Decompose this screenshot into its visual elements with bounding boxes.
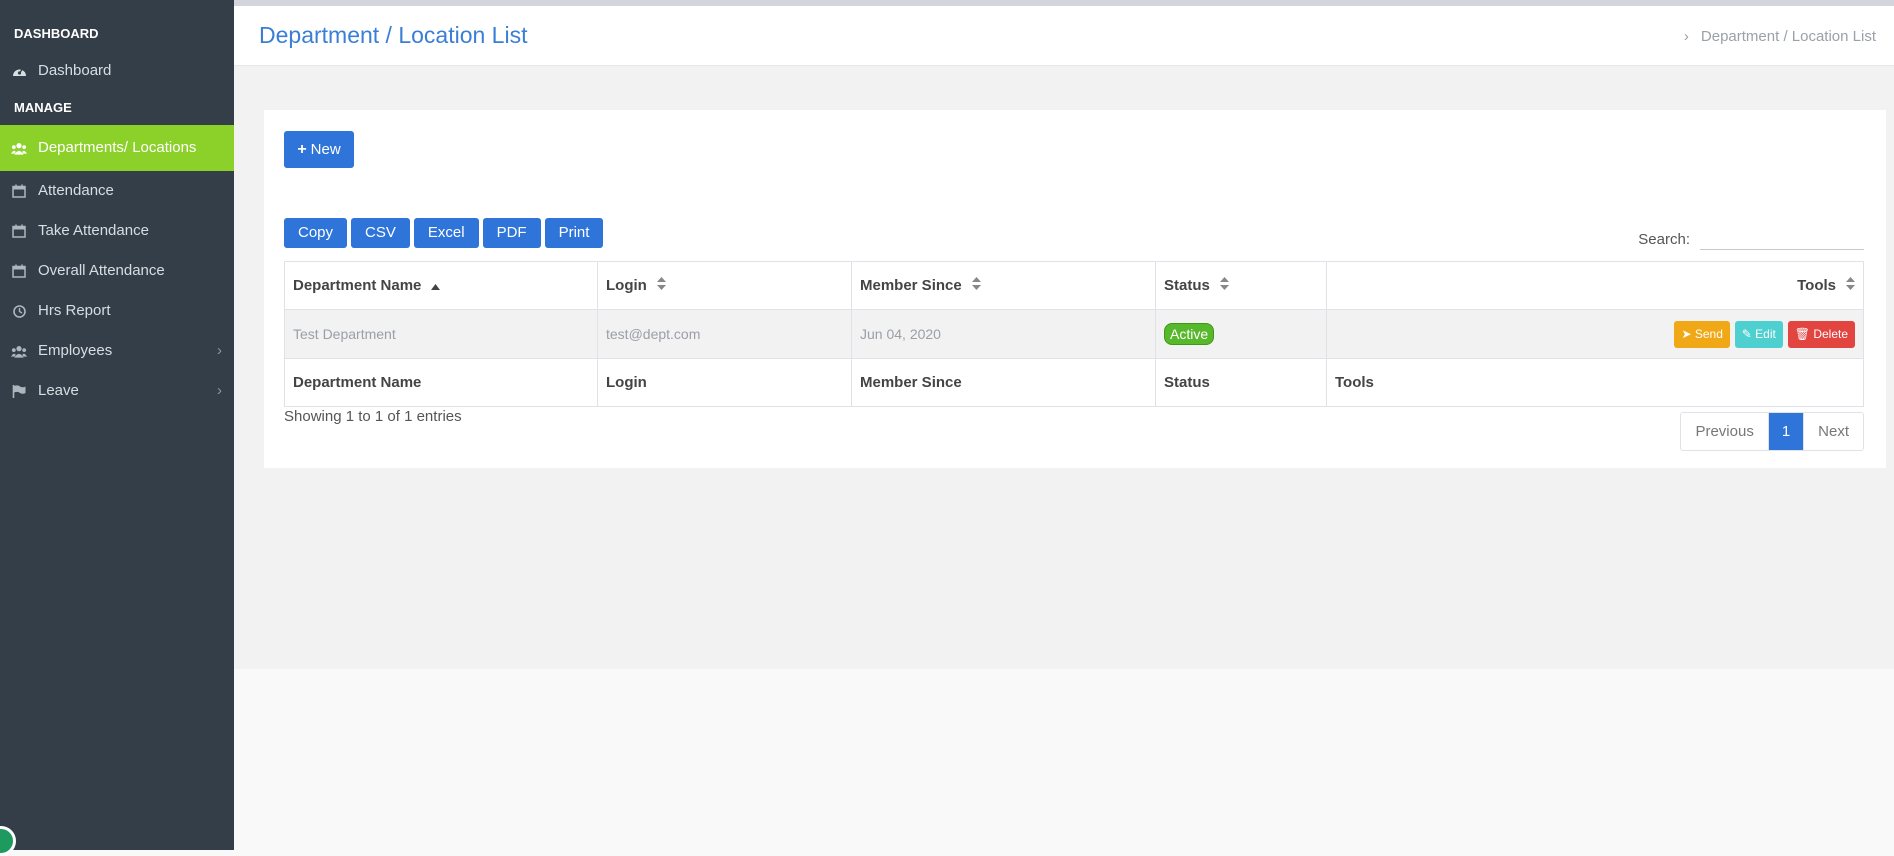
footer-status: Status [1155,358,1327,407]
sidebar-item-label: Dashboard [38,62,112,79]
cell-member-since: Jun 04, 2020 [851,309,1156,359]
csv-button[interactable]: CSV [351,218,410,248]
sidebar-item-label: Employees [38,342,113,359]
sidebar-item-hrs-report[interactable]: Hrs Report [0,291,234,331]
search-label: Search: [1638,231,1690,248]
plus-icon: + [297,140,307,158]
cell-login: test@dept.com [597,309,852,359]
pagination: Previous 1 Next [1680,412,1864,451]
table-header-row: Department Name Login Member Since Statu… [284,261,1864,310]
delete-button[interactable]: 🗑 Delete [1787,320,1855,348]
sidebar-item-label: Hrs Report [38,302,111,319]
page-title: Department / Location List [259,22,528,48]
sidebar-item-employees[interactable]: Employees › [0,331,234,371]
search-container: Search: [1638,229,1864,250]
breadcrumb-current: Department / Location List [1700,28,1876,45]
column-header-login[interactable]: Login [597,261,852,310]
edit-icon: ✎ [1741,326,1756,341]
calendar-icon [11,264,27,278]
sidebar-item-label: Overall Attendance [38,262,165,279]
status-badge: Active [1164,323,1215,345]
footer-tools: Tools [1326,358,1864,407]
sidebar-item-label: Take Attendance [38,222,149,239]
users-icon [11,344,27,358]
column-header-tools[interactable]: Tools [1326,261,1864,310]
footer-department-name: Department Name [284,358,598,407]
sort-icon [1846,277,1855,294]
clock-icon [11,304,27,318]
sidebar-item-label: Departments/ Locations [38,139,197,156]
excel-button[interactable]: Excel [413,218,479,248]
app-logo-icon [0,826,16,856]
sidebar-item-label: Attendance [38,182,114,199]
sort-icon [971,277,981,294]
column-header-department-name[interactable]: Department Name [284,261,598,310]
chevron-right-icon: › [217,382,222,399]
next-page-button[interactable]: Next [1803,413,1863,450]
sidebar-item-departments[interactable]: Departments/ Locations [0,125,234,171]
calendar-icon [11,184,27,198]
sidebar-header-manage: MANAGE [14,100,72,115]
main-content: Department / Location List › Department /… [234,0,1894,850]
edit-button[interactable]: ✎ Edit [1734,320,1783,348]
department-table: Department Name Login Member Since Statu… [284,261,1864,407]
paper-plane-icon: ➤ [1681,326,1695,341]
sidebar: DASHBOARD Dashboard MANAGE Departments/ … [0,0,234,856]
send-button[interactable]: ➤ Send [1674,320,1730,348]
previous-page-button[interactable]: Previous [1681,413,1768,450]
sidebar-item-leave[interactable]: Leave › [0,371,234,411]
calendar-icon [11,224,27,238]
column-header-member-since[interactable]: Member Since [851,261,1156,310]
dashboard-icon [11,64,27,78]
new-button[interactable]: + New [284,131,354,168]
copy-button[interactable]: Copy [284,218,348,248]
users-icon [11,141,27,155]
content-header: Department / Location List › Department /… [234,6,1894,66]
flag-icon [11,384,27,398]
search-input[interactable] [1700,229,1864,250]
footer-login: Login [597,358,852,407]
department-list-box: + New Copy CSV Excel PDF Print Search: D… [264,110,1886,468]
table-info: Showing 1 to 1 of 1 entries [284,408,462,425]
chevron-right-icon: › [217,342,222,359]
sidebar-item-take-attendance[interactable]: Take Attendance [0,211,234,251]
chevron-right-icon: › [1683,28,1689,45]
page-1-button[interactable]: 1 [1767,413,1804,450]
print-button[interactable]: Print [544,218,604,248]
sidebar-item-attendance[interactable]: Attendance [0,171,234,211]
cell-status: Active [1155,309,1327,359]
column-header-status[interactable]: Status [1155,261,1327,310]
sort-icon [656,277,666,294]
sort-icon [1219,277,1229,294]
cell-department-name: Test Department [284,309,598,359]
breadcrumb: › Department / Location List [1684,28,1876,45]
footer-member-since: Member Since [851,358,1156,407]
sidebar-item-label: Leave [38,382,79,399]
table-footer-row: Department Name Login Member Since Statu… [284,358,1864,407]
new-button-label: New [310,141,341,158]
table-row: Test Department test@dept.com Jun 04, 20… [284,309,1864,359]
sidebar-item-overall-attendance[interactable]: Overall Attendance [0,251,234,291]
sort-asc-icon [431,277,441,294]
sidebar-header-dashboard: DASHBOARD [14,26,99,41]
sidebar-item-dashboard[interactable]: Dashboard [0,51,234,91]
cell-tools: ➤ Send ✎ Edit 🗑 Delete [1326,309,1864,359]
export-buttons: Copy CSV Excel PDF Print [284,218,604,248]
pdf-button[interactable]: PDF [482,218,541,248]
trash-icon: 🗑 [1794,326,1814,341]
